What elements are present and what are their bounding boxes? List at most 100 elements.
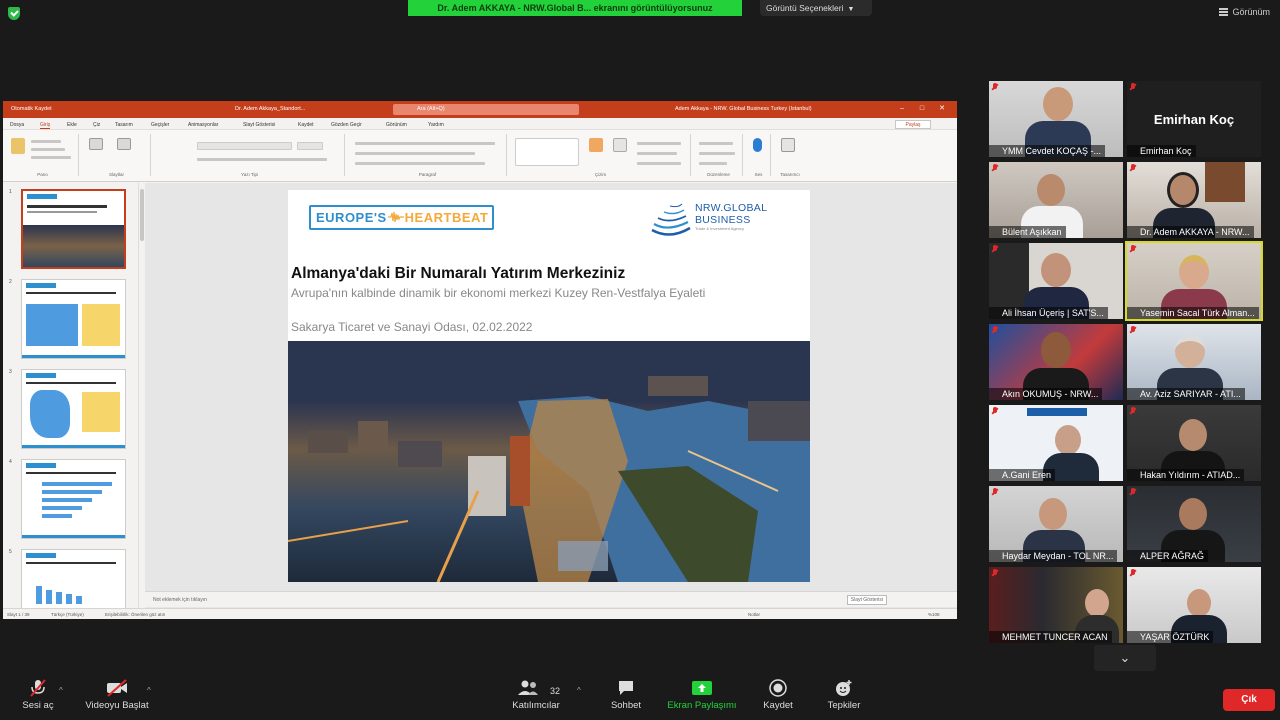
chevron-down-icon: ⌄	[1119, 650, 1131, 665]
mic-muted-icon	[1130, 569, 1136, 577]
thumb-number: 3	[9, 369, 12, 375]
shield-check-icon[interactable]	[8, 7, 20, 20]
participant-tile[interactable]: MEHMET TUNCER ACAN	[989, 567, 1123, 643]
mute-button[interactable]: Sesi aç	[16, 679, 60, 711]
arrange-icon	[589, 138, 603, 152]
chat-button[interactable]: Sohbet	[604, 679, 648, 711]
leave-meeting-button[interactable]: Çık	[1223, 689, 1275, 711]
ribbon-label-paragraph: Paragraf	[418, 172, 437, 177]
view-options-dropdown[interactable]: Görüntü Seçenekleri ▼	[760, 0, 872, 16]
record-icon	[769, 679, 787, 697]
ppt-ribbon: Pano Slaytlar Yazı Tipi Paragraf Çizim D…	[3, 130, 957, 182]
thumb-title-line	[27, 205, 107, 208]
menu-transitions: Geçişler	[151, 122, 170, 128]
participant-tile[interactable]: Akın OKUMUŞ - NRW...	[989, 324, 1123, 400]
mic-muted-icon	[992, 326, 998, 334]
slide-thumbnail-panel: 1 2 3 4 5	[3, 183, 139, 609]
menu-record: Kaydet	[298, 122, 314, 128]
notes-pane: Not eklemek için tıklayın Slayt Gösteris…	[145, 591, 957, 607]
participant-tile[interactable]: YMM Cevdet KOÇAŞ -...	[989, 81, 1123, 157]
audio-options-caret[interactable]: ^	[59, 686, 63, 695]
thumb-footer	[22, 535, 125, 538]
slide-title: Almanya'daki Bir Numaralı Yatırım Merkez…	[291, 265, 626, 282]
start-video-button[interactable]: Videoyu Başlat	[82, 679, 152, 711]
slide-thumbnail	[21, 459, 126, 539]
mic-muted-icon	[992, 488, 998, 496]
participant-tile[interactable]: Av. Aziz SARIYAR - ATI...	[1127, 324, 1261, 400]
current-slide: EUROPE'S HEARTBEAT NRW.GLOBAL BUSINESS Tra…	[288, 190, 810, 582]
share-screen-icon	[692, 681, 712, 695]
participant-count: 32	[550, 686, 561, 696]
thumb-title-line	[26, 382, 116, 384]
city-photo-illustration	[288, 341, 810, 582]
participant-name: YAŞAR ÖZTÜRK	[1127, 631, 1214, 643]
maximize-icon: □	[919, 105, 925, 112]
thumb-bar	[42, 498, 92, 502]
meeting-top-bar: Dr. Adem AKKAYA - NRW.Global B... ekranı…	[0, 0, 1280, 20]
participant-face	[1187, 589, 1211, 617]
minimize-icon: –	[900, 105, 904, 112]
view-toggle-button[interactable]: Görünüm	[1219, 7, 1270, 17]
participant-face	[1041, 332, 1071, 368]
thumb-map	[30, 390, 70, 438]
participant-tile[interactable]: Ali İhsan Üçeriş | SAT'S...	[989, 243, 1123, 319]
participant-face	[1179, 419, 1207, 451]
wall-picture	[1205, 162, 1245, 202]
video-off-icon	[107, 679, 127, 697]
thumb-title-line	[26, 292, 116, 294]
participant-tile[interactable]: ALPER AĞRAĞ	[1127, 486, 1261, 562]
record-label: Kaydet	[763, 700, 793, 711]
menu-slideshow: Slayt Gösterisi	[243, 122, 276, 128]
video-options-caret[interactable]: ^	[147, 686, 151, 695]
participant-face	[1039, 498, 1067, 530]
record-button[interactable]: Kaydet	[756, 679, 800, 711]
participants-label: Katılımcılar	[512, 700, 560, 711]
participant-tile[interactable]: Bülent Aşıkkan	[989, 162, 1123, 238]
participant-tile[interactable]: Haydar Meydan - TOL NR...	[989, 486, 1123, 562]
thumb-bar	[42, 514, 72, 518]
participants-options-caret[interactable]: ^	[577, 686, 581, 695]
mic-muted-icon	[1130, 326, 1136, 334]
thumb-bar	[42, 506, 82, 510]
reactions-label: Tepkiler	[827, 700, 861, 711]
company-banner	[1027, 408, 1087, 416]
slide-editing-canvas: EUROPE'S HEARTBEAT NRW.GLOBAL BUSINESS Tra…	[145, 183, 957, 609]
mic-muted-icon	[992, 569, 998, 577]
new-slide-icon	[89, 138, 103, 150]
chat-icon	[619, 681, 633, 695]
gallery-next-page-button[interactable]: ⌄	[1094, 645, 1156, 671]
participant-face	[1167, 172, 1199, 208]
status-accessibility: Erişilebilirlik: Önerilen göz atın	[105, 612, 166, 617]
thumb-number: 2	[9, 279, 12, 285]
share-screen-button[interactable]: Ekran Paylaşımı	[664, 679, 740, 711]
participant-face	[1175, 334, 1205, 368]
participant-name: Ali İhsan Üçeriş | SAT'S...	[989, 307, 1108, 319]
city-harbor-photo	[288, 341, 810, 582]
participant-tile-active-speaker[interactable]: Yasemin Sacal Türk Alman...	[1125, 241, 1263, 321]
participant-tile[interactable]: Dr. Adem AKKAYA - NRW...	[1127, 162, 1261, 238]
participant-face	[1179, 255, 1209, 289]
meeting-controls-bar: Sesi aç ^ Videoyu Başlat ^ Katılımcılar …	[0, 677, 1280, 720]
participant-name: Hakan Yıldırım - ATIAD...	[1127, 469, 1245, 481]
nrw-global-business-logo: NRW.GLOBAL BUSINESS Trade & Investment Ag…	[648, 200, 798, 242]
reactions-button[interactable]: Tepkiler	[822, 679, 866, 711]
autosave-label: Otomatik Kaydet	[11, 106, 52, 112]
participant-tile[interactable]: Hakan Yıldırım - ATIAD...	[1127, 405, 1261, 481]
quick-styles-icon	[613, 138, 627, 152]
close-icon: ✕	[939, 105, 945, 112]
participant-tile[interactable]: Emirhan Koç Emirhan Koç	[1127, 81, 1261, 157]
mic-muted-icon	[1130, 245, 1136, 253]
participant-tile[interactable]: A.Gani Eren	[989, 405, 1123, 481]
participant-tile[interactable]: YAŞAR ÖZTÜRK	[1127, 567, 1261, 643]
menu-insert: Ekle	[67, 122, 77, 128]
share-screen-label: Ekran Paylaşımı	[667, 700, 737, 711]
participant-face	[1179, 498, 1207, 530]
europes-heartbeat-logo: EUROPE'S HEARTBEAT	[309, 205, 494, 230]
designer-icon	[781, 138, 795, 152]
dictate-icon	[753, 138, 762, 152]
thumb-bar	[46, 590, 52, 604]
ppt-menu-bar: Dosya Giriş Ekle Çiz Tasarım Geçişler An…	[3, 118, 957, 130]
logo-text-business: BUSINESS	[695, 214, 751, 226]
ppt-title-bar: Otomatik Kaydet Dr. Adem Akkaya_Standort…	[3, 101, 957, 118]
mic-muted-icon	[992, 83, 998, 91]
